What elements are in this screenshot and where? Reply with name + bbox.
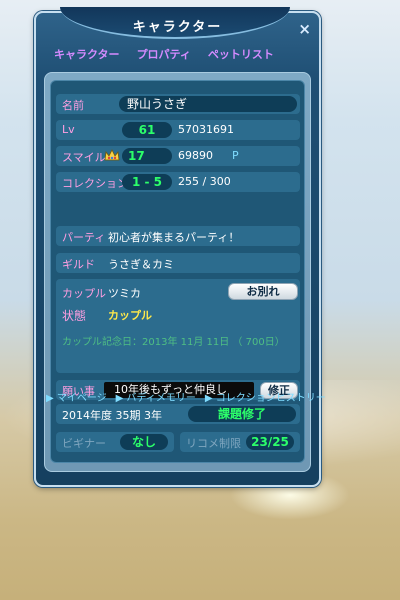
recommend-limit-box: リコメ制限 23/25 [180,432,300,452]
tab-property[interactable]: プロパティ [137,46,191,64]
level-points: 57031691 [178,123,234,136]
season-status: 課題修了 [188,406,296,422]
smile-unit: P [232,149,239,162]
close-icon[interactable]: × [298,20,311,38]
smile-level: 17 [122,148,172,164]
smile-label: スマイル [62,151,106,164]
smile-row: スマイル 17 69890 P [56,146,300,166]
party-row: パーティ 初心者が集まるパーティ！ [56,226,300,246]
name-row: 名前 野山うさぎ [56,94,300,114]
recommend-limit-label: リコメ制限 [186,437,241,450]
tab-bar: キャラクター プロパティ ペットリスト [54,46,274,64]
inner-panel: 名前 野山うさぎ Lv 61 57031691 スマイル 17 69890 P … [50,80,305,463]
collection-progress: 255 / 300 [178,175,231,188]
guild-name: うさぎ＆カミ [108,258,174,271]
couple-label: カップル [62,287,106,300]
beginner-label: ビギナー [62,437,106,450]
name-label: 名前 [62,99,84,112]
party-label: パーティ [62,231,106,244]
status-label: 状態 [62,309,87,323]
character-window: キャラクター × キャラクター プロパティ ペットリスト 名前 野山うさぎ Lv… [34,7,326,487]
season-row: 2014年度 35期 3年 課題修了 [56,404,300,424]
couple-partner: ツミカ [108,287,141,300]
buddy-memory-link[interactable]: ▶ バディメモリー [116,389,196,404]
couple-section: カップル ツミカ お別れ 状態 カップル カップル記念日：2013年 11月 1… [56,279,300,373]
couple-anniversary: カップル記念日：2013年 11月 11日 （ 700日） [62,337,285,348]
collection-label: コレクション [62,177,128,190]
tab-pet-list[interactable]: ペットリスト [208,46,274,64]
party-name: 初心者が集まるパーティ！ [108,231,240,244]
window-title: キャラクター [132,20,223,35]
title-bar: キャラクター × [36,7,319,47]
mypage-link[interactable]: ▶ マイページ [46,389,107,404]
collection-history-link[interactable]: ▶ コレクションヒストリー [205,389,326,404]
collection-row: コレクション 1 - 5 255 / 300 [56,172,300,192]
level-value: 61 [122,122,172,138]
recommend-limit-value: 23/25 [246,434,294,450]
couple-status: カップル [108,309,152,322]
crown-icon [104,149,120,161]
collection-range: 1 - 5 [122,174,172,190]
beginner-box: ビギナー なし [56,432,174,452]
tab-character[interactable]: キャラクター [54,46,120,64]
season-term: 2014年度 35期 3年 [62,409,162,422]
beginner-value: なし [120,434,168,450]
main-panel: 名前 野山うさぎ Lv 61 57031691 スマイル 17 69890 P … [44,72,311,472]
breakup-button[interactable]: お別れ [228,283,298,300]
character-name: 野山うさぎ [119,96,297,112]
beginner-row: ビギナー なし リコメ制限 23/25 [56,432,300,452]
level-label: Lv [62,123,75,136]
level-row: Lv 61 57031691 [56,120,300,140]
footer-nav: ▶ マイページ ▶ バディメモリー ▶ コレクションヒストリー [46,389,326,404]
guild-row: ギルド うさぎ＆カミ [56,253,300,273]
guild-label: ギルド [62,258,95,271]
smile-points: 69890 [178,149,213,162]
